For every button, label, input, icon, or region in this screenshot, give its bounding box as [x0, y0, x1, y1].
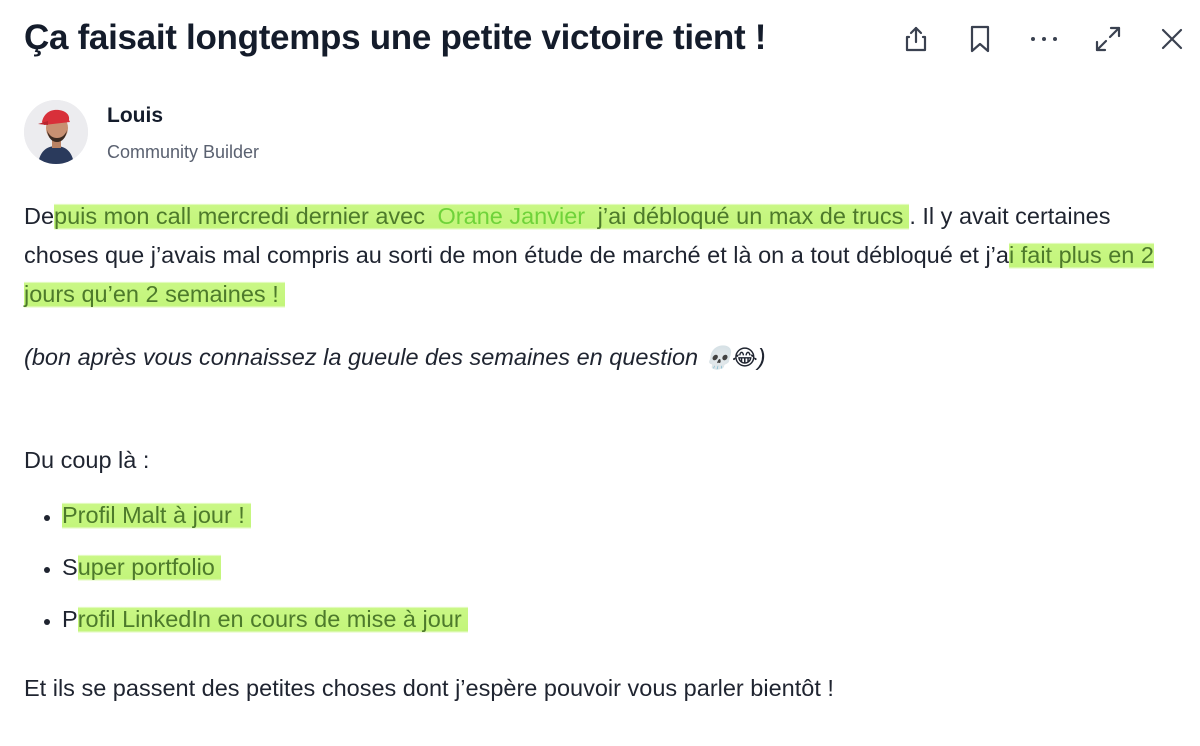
share-icon [905, 26, 927, 52]
post-body: Depuis mon call mercredi dernier avec Or… [24, 197, 1174, 708]
avatar[interactable] [24, 100, 88, 164]
list-item: Super portfolio [62, 548, 1174, 587]
post-toolbar [895, 20, 1193, 58]
close-icon [1161, 28, 1183, 50]
list-item: Profil LinkedIn en cours de mise à jour [62, 600, 1174, 639]
highlighted-text: puis mon call mercredi dernier avec [54, 201, 438, 232]
list-intro: Du coup là : [24, 447, 150, 473]
author-block: Louis Community Builder [24, 100, 259, 164]
bullet-list: Profil Malt à jour ! Super portfolio Pro… [24, 496, 1174, 639]
bookmark-button[interactable] [959, 20, 1001, 58]
author-name[interactable]: Louis [107, 104, 259, 128]
highlighted-text: j’ai débloqué un max de trucs [591, 201, 910, 232]
text: (bon après vous connaissez la gueule des… [24, 344, 705, 370]
more-icon [1031, 37, 1057, 41]
expand-icon [1095, 26, 1121, 52]
highlighted-text: uper portfolio [77, 552, 221, 583]
aside-paragraph: (bon après vous connaissez la gueule des… [24, 338, 1174, 377]
highlighted-text: rofil LinkedIn en cours de mise à jour [77, 604, 468, 635]
share-button[interactable] [895, 20, 937, 58]
post-title: Ça faisait longtemps une petite victoire… [24, 18, 767, 57]
bookmark-icon [970, 25, 990, 53]
highlighted-text: Profil Malt à jour ! [62, 500, 251, 531]
mention-link[interactable]: Orane Janvier [437, 201, 592, 232]
closing-paragraph: Et ils se passent des petites choses don… [24, 675, 834, 701]
paragraph: Depuis mon call mercredi dernier avec Or… [24, 197, 1174, 314]
text: De [24, 203, 55, 229]
text: ) [757, 344, 766, 370]
author-role: Community Builder [107, 141, 260, 162]
expand-button[interactable] [1087, 20, 1129, 58]
list-item: Profil Malt à jour ! [62, 496, 1174, 535]
text: P [62, 606, 78, 632]
text: S [62, 554, 78, 580]
close-button[interactable] [1151, 20, 1193, 58]
more-button[interactable] [1023, 20, 1065, 58]
skull-laugh-emoji: 💀😂 [704, 345, 758, 370]
